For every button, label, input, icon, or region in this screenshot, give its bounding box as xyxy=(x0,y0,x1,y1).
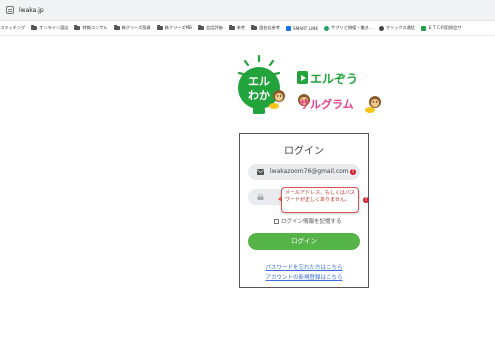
bookmark-label: 株クリーズMB xyxy=(164,25,192,30)
error-tooltip: メールアドレス、もしくはパスワードが正しくありません。 ! xyxy=(278,187,369,213)
folder-icon xyxy=(31,25,38,30)
bookmark-label: 参考 xyxy=(236,25,246,30)
login-title: ログイン xyxy=(284,146,324,157)
logo-text-line2: わか xyxy=(248,89,270,102)
bookmark-site[interactable]: オリックス通信 xyxy=(378,25,415,31)
folder-icon xyxy=(197,25,204,30)
site-info-icon[interactable] xyxy=(6,6,14,14)
folder-icon xyxy=(113,25,120,30)
bookmark-folder[interactable]: 語芸店参考 xyxy=(251,25,280,31)
folder-icon xyxy=(156,25,163,30)
bookmark-label: コマッチング xyxy=(0,25,26,30)
brand-elzo-text: エルぞう xyxy=(310,72,358,86)
bookmark-site[interactable]: サグリと物組・働き... xyxy=(324,25,373,31)
bookmark-folder[interactable]: 特報コンサル xyxy=(74,25,108,31)
url-text[interactable]: lwaka.jp xyxy=(19,7,44,14)
error-icon: ! xyxy=(363,197,369,203)
bookmark-folder[interactable]: 株クリーズMB xyxy=(156,25,192,31)
bookmarks-bar: コマッチング オンライン語店 特報コンサル 株グリーズ版資 株クリーズMB 会話… xyxy=(0,21,495,36)
bookmark-label: 特報コンサル xyxy=(82,25,108,30)
bookmark-folder[interactable]: 会話評価 xyxy=(197,25,223,31)
site-favicon-icon xyxy=(324,25,330,31)
bookmark-label: サグリと物組・働き... xyxy=(331,25,373,30)
address-bar[interactable]: lwaka.jp xyxy=(0,0,495,21)
folder-icon xyxy=(251,25,258,30)
error-icon: ! xyxy=(350,169,356,175)
lock-icon xyxy=(257,194,264,200)
bookmark-folder[interactable]: オンライン語店 xyxy=(31,25,68,31)
site-logo: エル わか エルぞう サルグラム xyxy=(235,54,385,124)
remember-checkbox[interactable] xyxy=(274,218,279,224)
forgot-password-link[interactable]: パスワードを忘れた方はこちら xyxy=(240,263,368,271)
logo-text-line1: エル xyxy=(248,75,270,88)
bookmark-label: オンライン語店 xyxy=(39,25,69,30)
lightbulb-icon xyxy=(238,67,280,109)
bookmark-label: 株グリーズ版資 xyxy=(121,25,151,30)
signup-link[interactable]: アカウントの新規登録はこちら xyxy=(240,273,368,281)
bookmark-site[interactable]: ＥＴＣ利用照会サ xyxy=(421,25,462,31)
login-card: ログイン lwakazoom76@gmail.com ! メールアドレス、もしく… xyxy=(239,133,369,288)
error-message: メールアドレス、もしくはパスワードが正しくありません。 xyxy=(285,190,356,203)
bookmark-label: オリックス通信 xyxy=(385,25,415,30)
bookmark-label: 会話評価 xyxy=(205,25,223,30)
envelope-icon xyxy=(257,169,264,175)
brand-sarugram-text: サルグラム xyxy=(299,97,354,111)
bookmark-folder[interactable]: 参考 xyxy=(228,25,246,31)
bookmark-label: 語芸店参考 xyxy=(259,25,281,30)
smartlink-favicon-icon xyxy=(286,25,292,31)
email-field[interactable]: lwakazoom76@gmail.com ! xyxy=(248,164,360,180)
bookmark-item[interactable]: コマッチング xyxy=(0,25,25,31)
remember-label: ログイン情報を記憶する xyxy=(281,219,342,225)
login-button[interactable]: ログイン xyxy=(248,233,360,250)
email-value[interactable]: lwakazoom76@gmail.com xyxy=(270,168,352,175)
bookmark-folder[interactable]: 株グリーズ版資 xyxy=(113,25,151,31)
bookmark-label: SMART LINK xyxy=(293,25,319,31)
site-favicon-icon xyxy=(378,25,384,31)
monkey-mascot-icon xyxy=(365,96,381,113)
site-favicon-icon xyxy=(421,25,426,31)
bookmark-site[interactable]: SMART LINK xyxy=(286,25,319,31)
bookmark-label: ＥＴＣ利用照会サ xyxy=(428,25,462,30)
remember-me[interactable]: ログイン情報を記憶する xyxy=(274,217,342,225)
folder-icon xyxy=(74,25,81,30)
folder-icon xyxy=(228,25,235,30)
